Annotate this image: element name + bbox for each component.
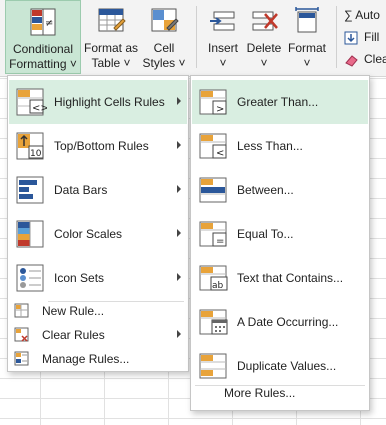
ribbon-separator [336,6,337,68]
menu-item-manage-rules[interactable]: Manage Rules... [9,347,187,371]
menu-item-between[interactable]: Between... [192,168,368,212]
less-than-icon: < [199,133,227,159]
autosum-label: ∑ Auto [344,8,380,22]
fill-down-icon [344,31,358,45]
menu-item-top-bottom-rules[interactable]: 10 Top/Bottom Rules [9,124,187,168]
equal-to-icon: = [199,221,227,247]
menu-item-label: Highlight Cells Rules [54,95,165,109]
submenu-arrow-icon [177,141,181,149]
menu-item-greater-than[interactable]: > Greater Than... [192,80,368,124]
highlight-cells-rules-submenu: > Greater Than... < Less Than... Between… [190,75,370,411]
menu-item-label: Less Than... [237,139,303,153]
fat-label-line2: Table ˅ [91,56,131,70]
menu-item-label: A Date Occurring... [237,315,339,329]
menu-item-data-bars[interactable]: Data Bars [9,168,187,212]
cs-label-line2: Styles ˅ [142,56,186,70]
insert-label: Insert [207,41,238,55]
svg-text:>: > [216,104,224,115]
between-icon [199,177,227,203]
highlight-cells-rules-icon: <> [16,88,47,116]
menu-item-icon-sets[interactable]: Icon Sets [9,256,187,300]
menu-item-label: Data Bars [54,183,108,197]
fill-button[interactable]: Fill [344,28,379,46]
cell-styles-icon [151,8,179,32]
menu-item-highlight-cells-rules[interactable]: <> Highlight Cells Rules [9,80,187,124]
menu-item-label: Text that Contains... [237,271,344,285]
menu-item-label: Color Scales [54,227,123,241]
menu-item-color-scales[interactable]: Color Scales [9,212,187,256]
format-as-table-button[interactable]: Format as Table ˅ [83,0,139,74]
svg-text:10: 10 [30,149,42,159]
menu-item-a-date-occurring[interactable]: A Date Occurring... [192,300,368,344]
excel-window: ≠ Conditional Formatting ˅ Format as Tab… [0,0,386,425]
menu-item-less-than[interactable]: < Less Than... [192,124,368,168]
cs-label-line1: Cell [153,41,175,55]
icon-sets-icon [16,264,44,292]
conditional-formatting-menu: <> Highlight Cells Rules 10 Top/Bottom R… [7,75,189,372]
menu-item-duplicate-values[interactable]: Duplicate Values... [192,344,368,388]
menu-item-clear-rules[interactable]: Clear Rules [9,323,187,347]
more-rules-link[interactable]: More Rules... [224,386,295,400]
date-occurring-icon [199,309,228,335]
color-scales-icon [16,220,44,248]
menu-item-label: Clear Rules [42,328,105,342]
menu-item-label: Top/Bottom Rules [54,139,149,153]
ribbon: ≠ Conditional Formatting ˅ Format as Tab… [0,0,386,77]
menu-item-equal-to[interactable]: = Equal To... [192,212,368,256]
submenu-arrow-icon [177,330,181,338]
text-contains-icon: ab [199,265,228,291]
menu-item-new-rule[interactable]: New Rule... [9,299,187,323]
delete-label: Delete [246,41,282,55]
svg-text:=: = [216,236,224,247]
format-as-table-icon [98,8,126,32]
format-button[interactable]: Format ˅ [286,0,328,74]
delete-cells-icon [252,11,278,31]
submenu-arrow-icon [177,185,181,193]
insert-dropdown-caret: ˅ [219,56,227,70]
manage-rules-icon [14,351,29,366]
ribbon-separator [196,6,197,68]
svg-text:<>: <> [32,103,47,114]
cf-label-line2: Formatting ˅ [9,57,77,71]
conditional-formatting-icon: ≠ [30,8,56,36]
cell-styles-button[interactable]: Cell Styles ˅ [139,0,189,74]
menu-item-label: Equal To... [237,227,294,241]
eraser-icon [345,55,358,67]
delete-dropdown-caret: ˅ [260,56,268,70]
submenu-arrow-icon [177,273,181,281]
clear-rules-icon [14,327,29,342]
menu-item-label: Duplicate Values... [237,359,337,373]
format-cells-icon [295,7,319,33]
autosum-button[interactable]: ∑ Auto [344,6,380,24]
duplicate-values-icon [199,353,227,379]
conditional-formatting-button[interactable]: ≠ Conditional Formatting ˅ [5,0,81,74]
clear-button[interactable]: Clea [344,50,386,68]
menu-item-label: Manage Rules... [42,352,130,366]
data-bars-icon [16,176,44,204]
insert-cells-icon [210,11,235,31]
menu-item-label: Greater Than... [237,95,319,109]
format-dropdown-caret: ˅ [303,56,311,70]
fat-label-line1: Format as [83,41,138,55]
svg-text:≠: ≠ [45,18,53,29]
new-rule-icon [14,303,29,318]
menu-item-text-that-contains[interactable]: ab Text that Contains... [192,256,368,300]
menu-item-label: Icon Sets [54,271,105,285]
insert-button[interactable]: Insert ˅ [203,0,243,74]
top-bottom-rules-icon: 10 [16,132,44,160]
menu-item-label: New Rule... [42,304,105,318]
fill-label: Fill [364,30,380,44]
cf-label-line1: Conditional [12,42,74,56]
delete-button[interactable]: Delete ˅ [245,0,283,74]
menu-item-label: Between... [237,183,294,197]
clear-label: Clea [364,52,386,66]
format-label: Format [287,41,326,55]
submenu-arrow-icon [177,229,181,237]
svg-text:<: < [216,148,224,159]
submenu-arrow-icon [177,97,181,105]
svg-text:ab: ab [212,281,224,291]
greater-than-icon: > [199,89,227,115]
